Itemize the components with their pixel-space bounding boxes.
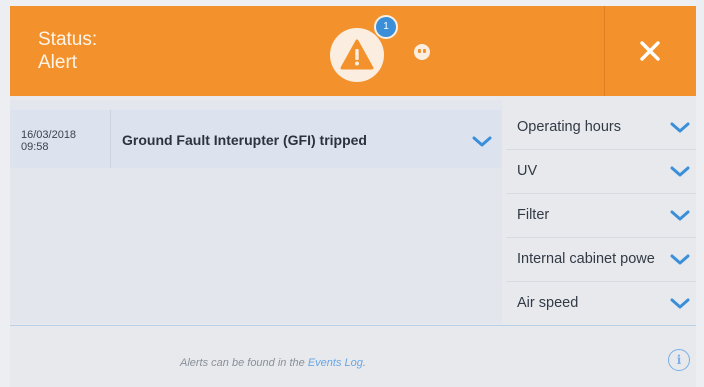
panel-item-operating-hours[interactable]: Operating hours — [506, 106, 696, 150]
alert-list: 16/03/2018 09:58 Ground Fault Interupter… — [10, 100, 502, 324]
warning-triangle-icon[interactable] — [330, 28, 384, 82]
screen: Status: Alert 1 16/03/2018 09:58 Ground … — [0, 0, 704, 387]
alert-message: Ground Fault Interupter (GFI) tripped — [122, 132, 367, 148]
alert-time: 09:58 — [21, 141, 49, 153]
panel-item-label: Air speed — [517, 295, 579, 311]
chevron-down-icon[interactable] — [670, 122, 690, 134]
bezel-right — [696, 0, 704, 387]
status-value: Alert — [38, 52, 78, 73]
footer-note: Alerts can be found in the Events Log. — [180, 357, 366, 369]
status-header: Status: Alert 1 — [10, 6, 696, 96]
panel-item-air-speed[interactable]: Air speed — [506, 282, 696, 325]
status-label: Status: — [38, 29, 98, 50]
alert-row[interactable]: 16/03/2018 09:58 Ground Fault Interupter… — [10, 110, 502, 168]
panel-item-label: UV — [517, 163, 538, 179]
chevron-down-icon[interactable] — [670, 298, 690, 310]
close-button[interactable] — [605, 6, 696, 96]
panel-item-label: Filter — [517, 207, 550, 223]
chevron-down-icon[interactable] — [670, 166, 690, 178]
panel-item-filter[interactable]: Filter — [506, 194, 696, 238]
panel-item-uv[interactable]: UV — [506, 150, 696, 194]
panel-item-label: Internal cabinet powe — [517, 251, 655, 267]
close-icon — [640, 41, 660, 61]
footer-divider — [10, 325, 696, 326]
alert-count-badge: 1 — [374, 15, 398, 39]
chevron-down-icon[interactable] — [670, 254, 690, 266]
footer-note-suffix: . — [362, 357, 366, 369]
bezel-left — [0, 0, 10, 387]
alert-date: 16/03/2018 — [21, 129, 77, 141]
power-plug-icon — [414, 44, 430, 60]
alert-row-divider — [110, 110, 111, 168]
chevron-down-icon[interactable] — [472, 136, 492, 148]
chevron-down-icon[interactable] — [670, 210, 690, 222]
panel-item-label: Operating hours — [517, 119, 621, 135]
footer-note-prefix: Alerts can be found in the — [180, 357, 308, 369]
panel-item-internal-cabinet-power[interactable]: Internal cabinet powe — [506, 238, 696, 282]
status-panel: Operating hours UV Filter Internal cabin… — [506, 106, 696, 322]
info-button[interactable]: i — [668, 349, 690, 371]
events-log-link[interactable]: Events Log — [308, 357, 363, 369]
